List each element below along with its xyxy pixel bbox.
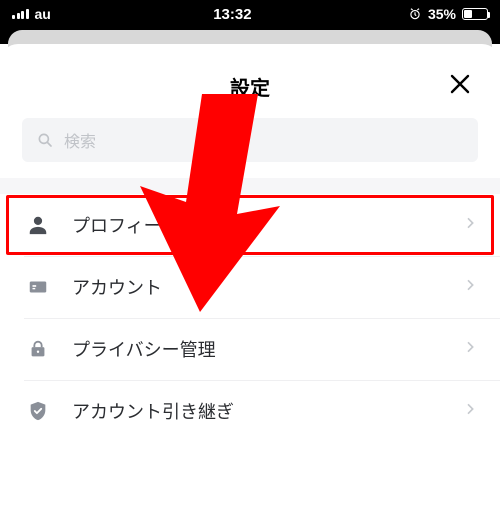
list-item-account[interactable]: アカウント <box>0 256 500 318</box>
search-input[interactable]: 検索 <box>22 118 478 162</box>
search-placeholder: 検索 <box>64 128 96 152</box>
list-item-transfer[interactable]: アカウント引き継ぎ <box>0 380 500 442</box>
page-title: 設定 <box>230 72 270 101</box>
close-icon <box>448 72 472 96</box>
cellular-signal-icon <box>12 9 29 19</box>
list-item-privacy[interactable]: プライバシー管理 <box>0 318 500 380</box>
chevron-right-icon <box>462 277 478 298</box>
id-card-icon <box>24 276 52 298</box>
section-separator <box>0 178 500 194</box>
carrier-label: au <box>35 6 51 22</box>
close-button[interactable] <box>442 66 478 102</box>
status-right: 35% <box>408 6 488 22</box>
status-left: au <box>12 6 57 22</box>
list-item-label: アカウント引き継ぎ <box>72 398 462 424</box>
status-bar: au 13:32 35% <box>0 0 500 28</box>
chevron-right-icon <box>462 401 478 422</box>
battery-fill <box>464 10 472 18</box>
list-item-label: プライバシー管理 <box>72 336 462 362</box>
chevron-right-icon <box>462 339 478 360</box>
list-item-label: プロフィール <box>72 212 462 238</box>
list-item-profile[interactable]: プロフィール <box>0 194 500 256</box>
lock-icon <box>24 338 52 360</box>
battery-icon <box>462 8 488 20</box>
list-item-label: アカウント <box>72 274 462 300</box>
battery-percent: 35% <box>428 6 456 22</box>
sheet-header: 設定 <box>0 66 500 106</box>
chevron-right-icon <box>462 215 478 236</box>
alarm-icon <box>408 7 422 21</box>
settings-sheet: 設定 検索 プロフィール アカウント <box>0 44 500 514</box>
bottom-fade <box>0 454 500 514</box>
card-stack-backdrop <box>0 28 500 44</box>
shield-check-icon <box>24 400 52 422</box>
search-icon <box>36 131 54 149</box>
person-icon <box>24 214 52 236</box>
settings-list: プロフィール アカウント プライバシー管理 <box>0 194 500 442</box>
clock-time: 13:32 <box>213 6 251 23</box>
